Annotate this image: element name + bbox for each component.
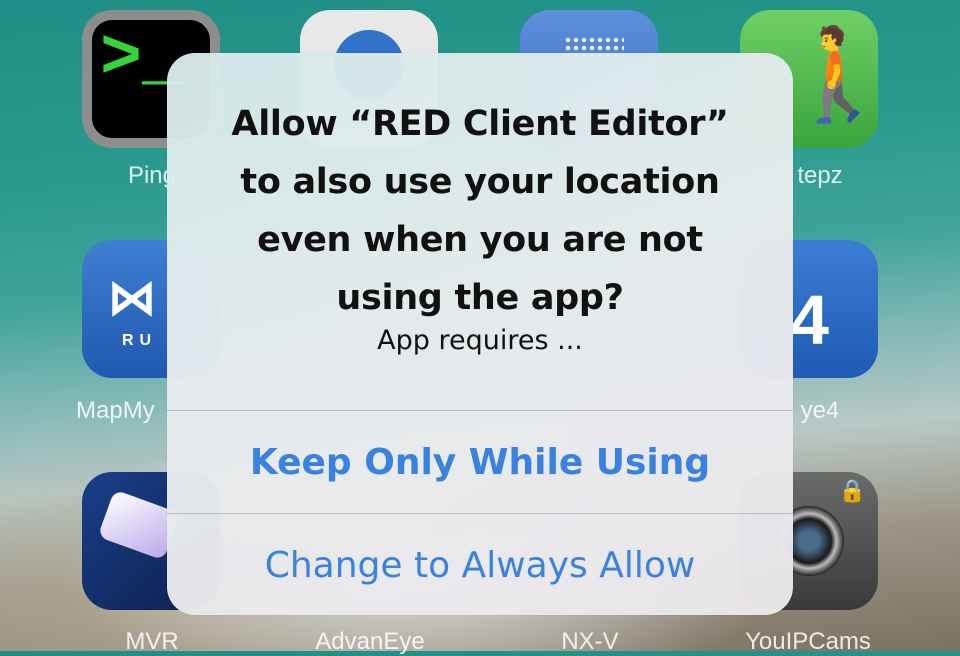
eye4-icon: 4	[790, 281, 829, 359]
app-label-mvr: MVR	[125, 628, 179, 655]
keep-only-while-using-button[interactable]: Keep Only While Using	[167, 411, 793, 513]
alert-title: Allow “RED Client Editor” to also use yo…	[231, 104, 729, 318]
app-label-nxv: NX-V	[561, 628, 619, 655]
change-to-always-allow-button[interactable]: Change to Always Allow	[167, 514, 793, 615]
under-armour-icon: ⋈	[108, 272, 156, 325]
alert-message: App requires ...	[377, 325, 583, 356]
location-permission-alert: Allow “RED Client Editor” to also use yo…	[167, 53, 793, 615]
walking-person-icon: 🚶	[782, 25, 878, 125]
app-label-youipcams: YouIPCams	[745, 628, 871, 655]
app-label-advaneye: AdvanEye	[315, 628, 425, 655]
lock-icon: 🔒	[838, 478, 866, 503]
run-badge: RU	[122, 332, 158, 349]
